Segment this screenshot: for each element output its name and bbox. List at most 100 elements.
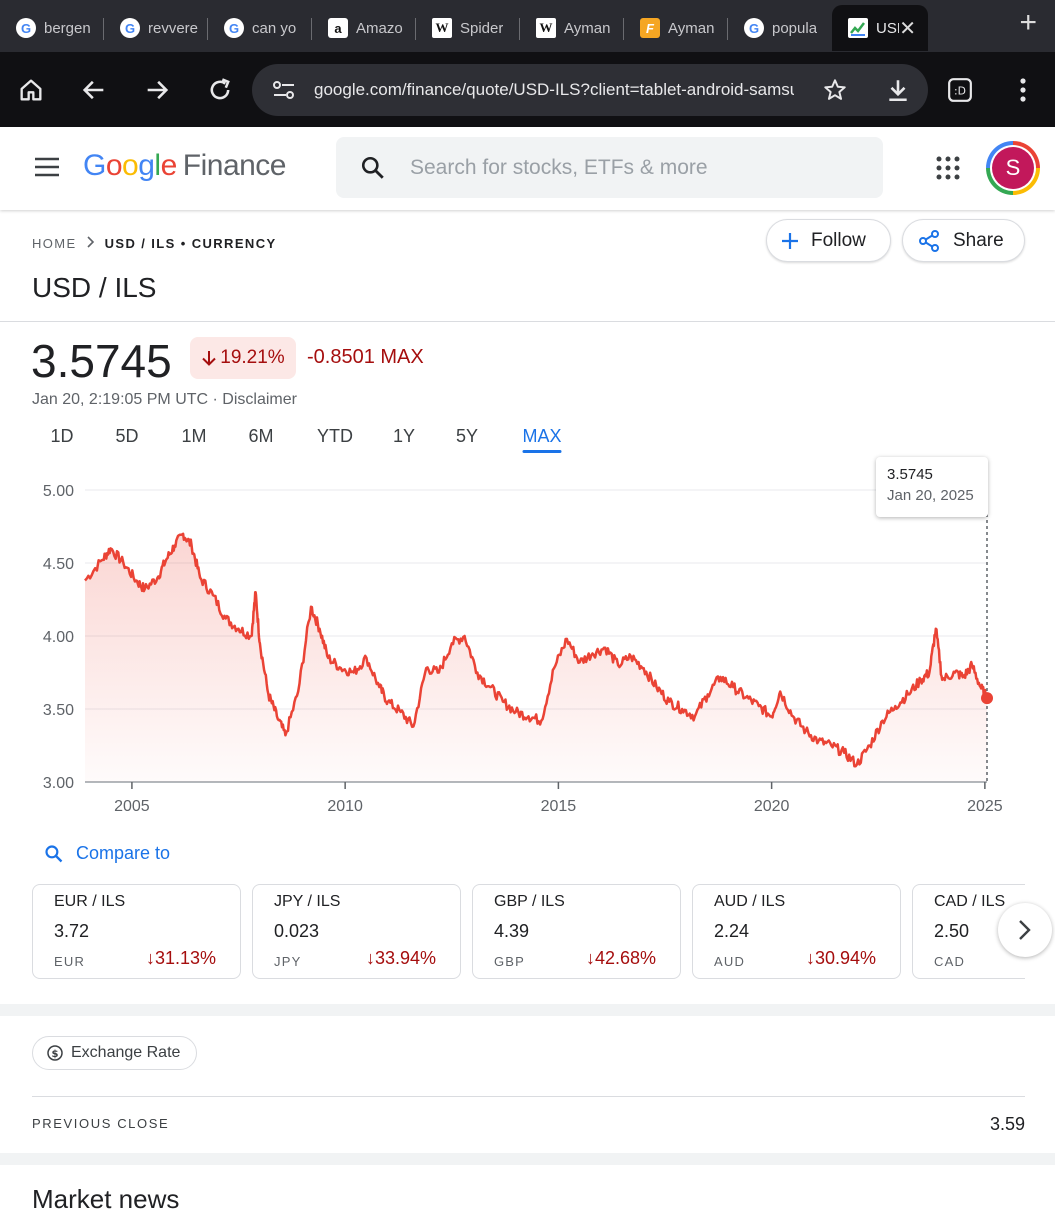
home-icon[interactable]	[11, 70, 51, 110]
address-bar[interactable]: google.com/finance/quote/USD-ILS?client=…	[252, 64, 928, 116]
exchange-rate-chip: $ Exchange Rate	[32, 1036, 198, 1070]
download-icon[interactable]	[885, 77, 911, 108]
related-currencies: EUR / ILS 3.72 EUR ↓31.13% JPY / ILS 0.0…	[32, 884, 1025, 980]
tab-title: revvere	[148, 19, 199, 37]
google-finance-logo[interactable]: Google Finance	[83, 149, 287, 183]
card-pair: GBP / ILS	[494, 893, 565, 910]
range-tab-ytd[interactable]: YTD	[317, 426, 353, 447]
browser-tab[interactable]: W Spider	[416, 5, 520, 51]
y-tick-label: 4.50	[43, 556, 74, 573]
hamburger-menu-icon[interactable]	[34, 157, 60, 182]
card-value: 4.39	[494, 921, 530, 941]
card-pair: JPY / ILS	[274, 893, 341, 910]
google-favicon-icon: G	[16, 18, 36, 38]
finance-favicon-icon	[848, 18, 868, 38]
reload-icon[interactable]	[200, 70, 240, 110]
breadcrumb-home[interactable]: HOME	[32, 236, 77, 251]
dollar-circle-icon: $	[47, 1045, 63, 1061]
share-button[interactable]: Share	[902, 219, 1025, 262]
tab-switcher-icon[interactable]: :D	[940, 70, 980, 110]
x-tick-label: 2015	[541, 798, 577, 815]
new-tab-icon[interactable]: +	[1019, 8, 1037, 38]
logo-google: Google	[83, 149, 177, 182]
wikipedia-favicon-icon: W	[432, 18, 452, 38]
browser-tab[interactable]: a Amazo	[312, 5, 416, 51]
google-favicon-icon: G	[120, 18, 140, 38]
browser-tab[interactable]: F Ayman	[624, 5, 728, 51]
browser-tab[interactable]: W Ayman	[520, 5, 624, 51]
browser-tab[interactable]: Grevvere	[104, 5, 208, 51]
current-price: 3.5745	[31, 335, 172, 387]
back-arrow-icon[interactable]	[74, 70, 114, 110]
tab-title: Spider	[460, 19, 504, 37]
search-box[interactable]	[336, 137, 883, 198]
last-price-dot	[981, 692, 993, 705]
card-change: ↓33.94%	[365, 948, 436, 968]
tab-title: bergen	[44, 19, 91, 37]
close-tab-icon[interactable]: ✕	[899, 16, 916, 41]
card-code: AUD	[714, 954, 746, 969]
currency-card[interactable]: GBP / ILS 4.39 GBP ↓42.68%	[472, 884, 681, 979]
logo-finance: Finance	[182, 149, 287, 182]
section-divider	[0, 1153, 1055, 1165]
forward-arrow-icon[interactable]	[137, 70, 177, 110]
currency-card[interactable]: AUD / ILS 2.24 AUD ↓30.94%	[692, 884, 901, 979]
search-icon	[360, 155, 386, 186]
google-favicon-icon: G	[224, 18, 244, 38]
card-change-value: 42.68%	[594, 948, 656, 968]
finance-header: Google Finance S	[0, 127, 1055, 210]
breadcrumb-current: USD / ILS • CURRENCY	[104, 236, 277, 251]
site-settings-icon[interactable]	[272, 79, 296, 106]
card-change-value: 30.94%	[814, 948, 876, 968]
range-tab-1d[interactable]: 1D	[50, 426, 73, 447]
section-divider	[0, 1004, 1055, 1016]
browser-tab[interactable]: Gbergen	[0, 5, 104, 51]
y-tick-label: 4.00	[43, 629, 74, 646]
browser-tab[interactable]: Gcan yo	[208, 5, 312, 51]
next-cards-button[interactable]	[998, 903, 1052, 957]
search-icon	[44, 844, 64, 864]
compare-label: Compare to	[76, 843, 171, 863]
range-tab-5y[interactable]: 5Y	[456, 426, 478, 447]
avatar-letter: S	[992, 147, 1034, 189]
previous-close-value: 3.59	[989, 1114, 1025, 1134]
chevron-right-icon	[1018, 919, 1032, 941]
avatar[interactable]: S	[986, 141, 1040, 195]
card-pair: EUR / ILS	[54, 893, 126, 910]
compare-to-button[interactable]: Compare to	[44, 843, 170, 864]
search-input[interactable]	[410, 137, 850, 198]
range-tab-1m[interactable]: 1M	[181, 426, 206, 447]
follow-button[interactable]: Follow	[766, 219, 891, 262]
browser-tab-active[interactable]: USD ✕	[832, 5, 928, 51]
plus-icon	[781, 232, 799, 250]
url-text: google.com/finance/quote/USD-ILS?client=…	[314, 80, 794, 99]
tooltip-value: 3.5745	[887, 466, 933, 483]
card-change: ↓42.68%	[585, 948, 656, 968]
breadcrumb: HOME USD / ILS • CURRENCY	[32, 236, 277, 251]
currency-card[interactable]: JPY / ILS 0.023 JPY ↓33.94%	[252, 884, 461, 979]
range-tab-max[interactable]: MAX	[522, 426, 562, 453]
percent-change: 19.21%	[220, 347, 285, 368]
page-title: USD / ILS	[32, 272, 157, 303]
card-value: 3.72	[54, 921, 90, 941]
price-area	[85, 533, 987, 782]
range-tab-5d[interactable]: 5D	[115, 426, 138, 447]
currency-card[interactable]: EUR / ILS 3.72 EUR ↓31.13%	[32, 884, 241, 979]
bookmark-star-icon[interactable]	[822, 77, 848, 108]
divider	[32, 1096, 1025, 1097]
x-tick-label: 2010	[327, 798, 363, 815]
browser-tab-strip: Gbergen Grevvere Gcan yo a Amazo W Spider …	[0, 0, 1055, 52]
card-value: 0.023	[274, 921, 320, 941]
range-tab-1y[interactable]: 1Y	[393, 426, 415, 447]
x-tick-label: 2025	[967, 798, 1003, 815]
google-favicon-icon: G	[744, 18, 764, 38]
range-tab-6m[interactable]: 6M	[248, 426, 273, 447]
apps-grid-icon[interactable]	[936, 156, 960, 185]
browser-tab[interactable]: Gpopula	[728, 5, 832, 51]
x-tick-label: 2020	[754, 798, 790, 815]
browser-menu-icon[interactable]	[1003, 70, 1043, 110]
tab-title: popula	[772, 19, 818, 37]
x-tick-label: 2005	[114, 798, 150, 815]
svg-text:$: $	[52, 1049, 59, 1060]
arrow-down-icon	[201, 349, 217, 367]
